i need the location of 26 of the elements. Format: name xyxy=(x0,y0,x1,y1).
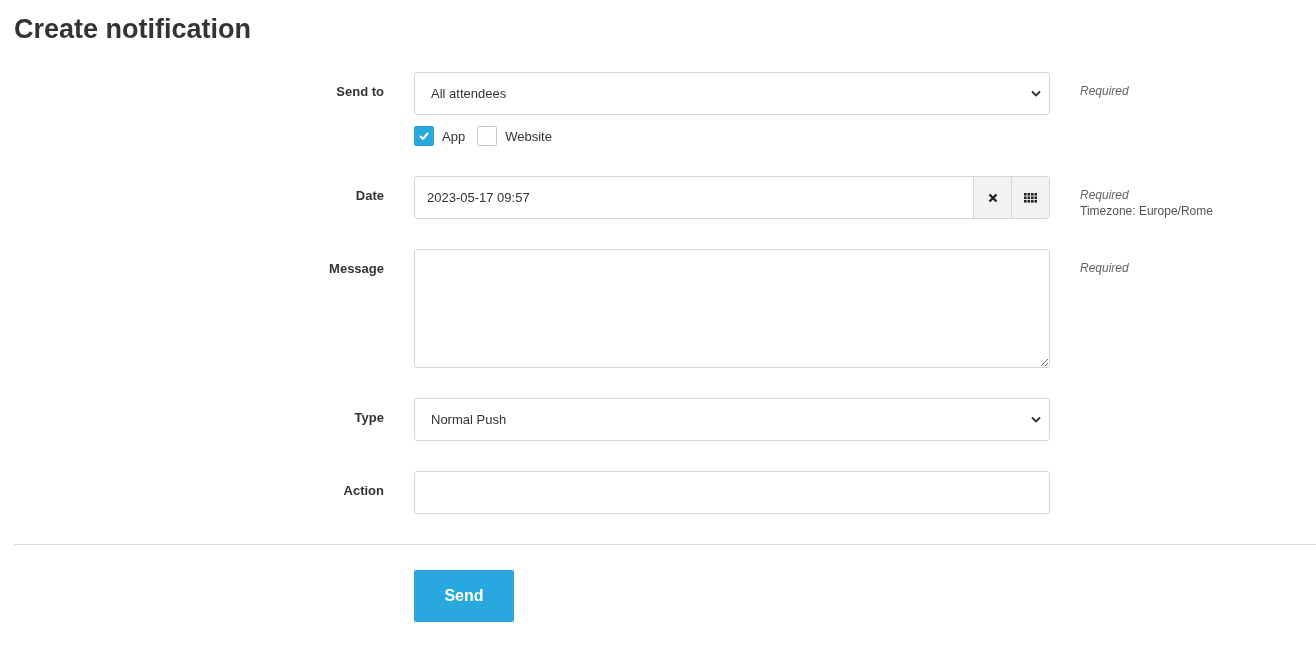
dropdown[interactable]: Normal Push xyxy=(414,398,1050,441)
calendar-button[interactable] xyxy=(1011,177,1049,218)
page-title: Create notification xyxy=(14,14,253,45)
field-label: Type xyxy=(354,409,384,425)
field-label: Action xyxy=(343,482,384,498)
chevron-down-icon xyxy=(1031,90,1041,97)
chevron-down-icon xyxy=(1031,416,1041,423)
hint-text: Required xyxy=(1080,83,1130,99)
checkbox[interactable] xyxy=(414,126,434,146)
field-label: Message xyxy=(329,260,384,276)
checkbox-label[interactable]: Website xyxy=(505,128,552,144)
check-icon xyxy=(419,132,429,140)
hint-text: Required xyxy=(1080,260,1130,276)
close-icon xyxy=(987,192,998,203)
dropdown[interactable]: All attendees xyxy=(414,72,1050,115)
hint-text: Timezone: Europe/Rome xyxy=(1080,203,1214,219)
field-label: Date xyxy=(355,187,384,203)
checkbox-label[interactable]: App xyxy=(442,128,466,144)
message-field[interactable] xyxy=(414,249,1050,368)
checkbox[interactable] xyxy=(477,126,498,146)
hint-text: Required xyxy=(1080,187,1130,203)
clear-button[interactable] xyxy=(973,177,1011,218)
input-field[interactable] xyxy=(414,471,1050,514)
field-label: Send to xyxy=(336,83,384,99)
date-field[interactable]: 2023-05-17 09:57 xyxy=(414,176,1050,219)
grid-icon xyxy=(1024,192,1037,203)
